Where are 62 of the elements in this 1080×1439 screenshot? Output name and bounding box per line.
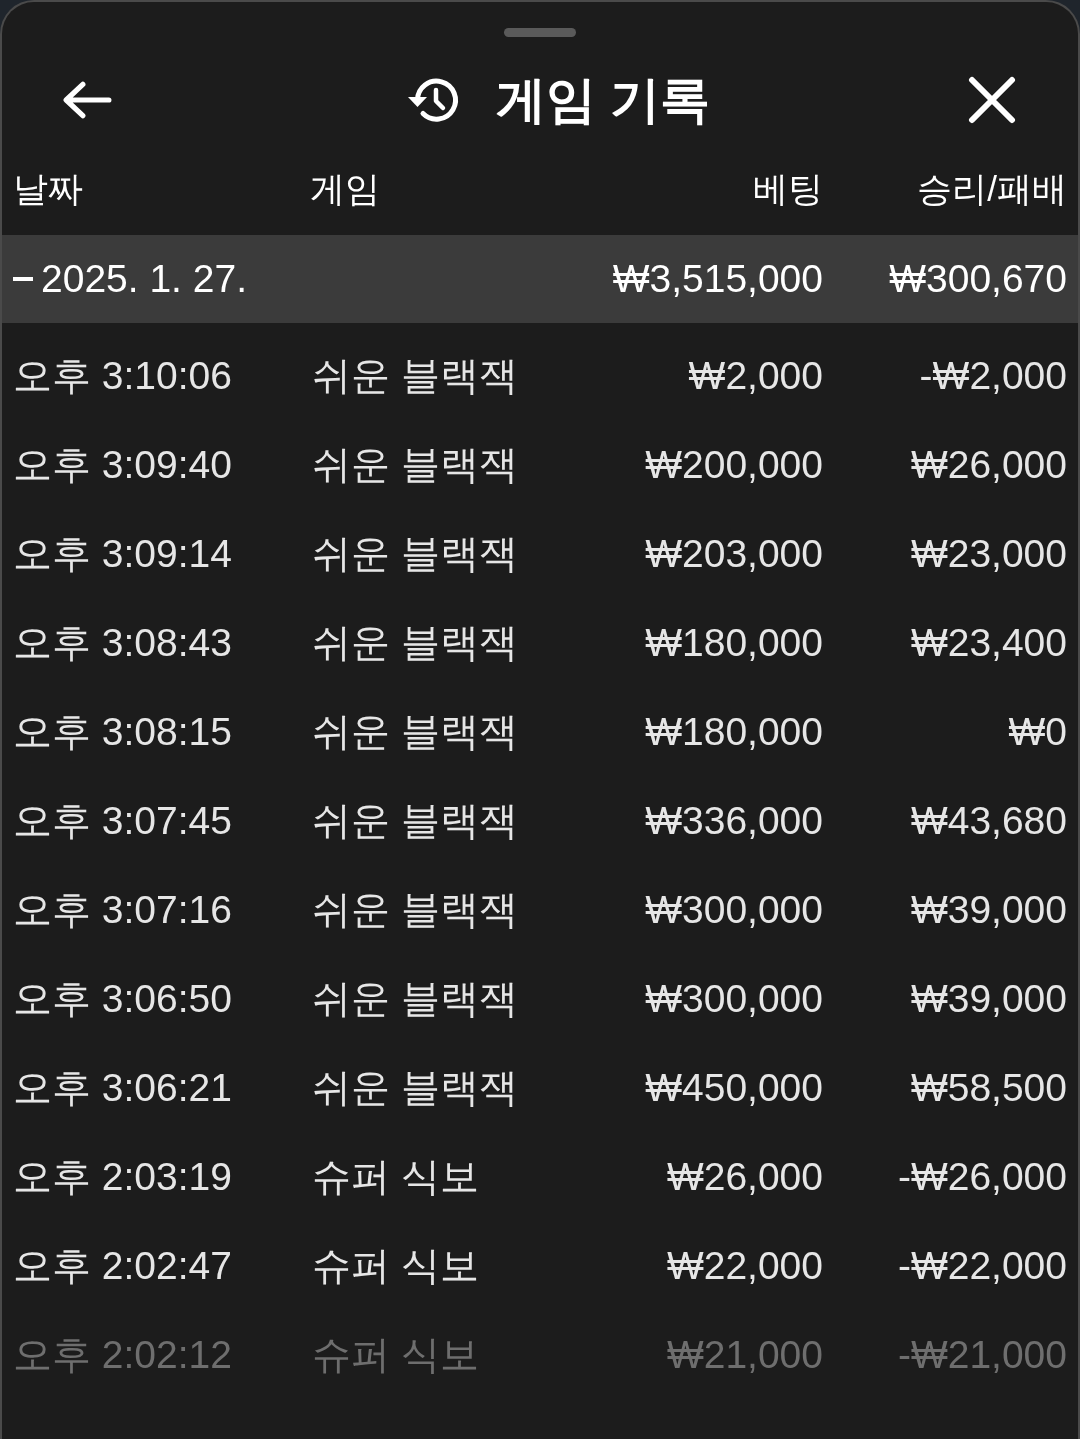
sheet-title: 게임 기록 bbox=[496, 71, 710, 130]
result-cell: ₩58,500 bbox=[910, 1065, 1067, 1110]
close-button[interactable] bbox=[968, 76, 1016, 124]
date-group-row[interactable]: 2025. 1. 27. ₩3,515,000 ₩300,670 bbox=[2, 235, 1078, 323]
back-button[interactable] bbox=[62, 81, 112, 119]
bet-cell: ₩300,000 bbox=[645, 887, 823, 932]
bet-cell: ₩336,000 bbox=[645, 798, 823, 843]
time-cell-text: 오후 2:02:12 bbox=[13, 1331, 233, 1378]
game-cell-text: 슈퍼 식보 bbox=[311, 1153, 480, 1200]
game-cell-text: 쉬운 블랙잭 bbox=[311, 352, 519, 399]
time-cell-text: 오후 3:09:14 bbox=[13, 530, 233, 577]
game-cell-text: 쉬운 블랙잭 bbox=[311, 797, 519, 844]
time-cell-text: 오후 3:10:06 bbox=[13, 352, 233, 399]
bet-cell: ₩300,000 bbox=[645, 976, 823, 1021]
bet-cell: ₩450,000 bbox=[645, 1065, 823, 1110]
result-total: ₩300,670 bbox=[889, 257, 1067, 301]
bet-cell: ₩200,000 bbox=[645, 442, 823, 487]
column-header: 승리/패배 bbox=[917, 168, 1067, 210]
result-cell: -₩2,000 bbox=[919, 353, 1067, 398]
time-cell-text: 오후 3:08:43 bbox=[13, 619, 233, 666]
time-cell-text: 오후 3:07:16 bbox=[13, 886, 233, 933]
bet-cell: ₩180,000 bbox=[645, 620, 823, 665]
time-cell-text: 오후 3:09:40 bbox=[13, 441, 233, 488]
column-header: 게임 bbox=[310, 168, 381, 210]
close-icon bbox=[968, 76, 1016, 124]
bet-cell: ₩180,000 bbox=[645, 709, 823, 754]
result-cell: -₩22,000 bbox=[897, 1243, 1067, 1288]
bet-cell: ₩22,000 bbox=[666, 1243, 823, 1288]
game-cell-text: 쉬운 블랙잭 bbox=[311, 1064, 519, 1111]
game-cell-text: 슈퍼 식보 bbox=[311, 1242, 480, 1289]
result-cell: ₩43,680 bbox=[910, 798, 1067, 843]
result-cell: ₩23,000 bbox=[910, 531, 1067, 576]
game-cell-text: 쉬운 블랙잭 bbox=[311, 975, 519, 1022]
result-cell: ₩39,000 bbox=[910, 976, 1067, 1021]
back-arrow-icon bbox=[62, 81, 112, 119]
result-cell: ₩26,000 bbox=[910, 442, 1067, 487]
bet-total: ₩3,515,000 bbox=[612, 257, 823, 301]
bet-cell: ₩203,000 bbox=[645, 531, 823, 576]
bet-cell: ₩26,000 bbox=[666, 1154, 823, 1199]
game-cell-text: 쉬운 블랙잭 bbox=[311, 441, 519, 488]
game-cell-text: 쉬운 블랙잭 bbox=[311, 708, 519, 755]
game-cell-text: 쉬운 블랙잭 bbox=[311, 886, 519, 933]
bet-cell: ₩2,000 bbox=[688, 353, 823, 398]
column-header: 날짜 bbox=[13, 168, 84, 210]
game-cell-text: 쉬운 블랙잭 bbox=[311, 530, 519, 577]
time-cell-text: 오후 2:02:47 bbox=[13, 1242, 233, 1289]
game-cell-text: 슈퍼 식보 bbox=[311, 1331, 480, 1378]
result-cell: -₩21,000 bbox=[897, 1332, 1067, 1377]
bet-cell: ₩21,000 bbox=[666, 1332, 823, 1377]
result-cell: -₩26,000 bbox=[897, 1154, 1067, 1199]
group-date: 2025. 1. 27. bbox=[41, 257, 247, 301]
result-cell: ₩39,000 bbox=[910, 887, 1067, 932]
result-cell: ₩0 bbox=[1008, 709, 1067, 754]
game-cell-text: 쉬운 블랙잭 bbox=[311, 619, 519, 666]
time-cell-text: 오후 3:08:15 bbox=[13, 708, 233, 755]
column-header: 베팅 bbox=[753, 168, 823, 210]
time-cell-text: 오후 2:03:19 bbox=[13, 1153, 233, 1200]
drag-handle[interactable] bbox=[504, 28, 576, 37]
result-cell: ₩23,400 bbox=[910, 620, 1067, 665]
time-cell-text: 오후 3:06:50 bbox=[13, 975, 233, 1022]
time-cell-text: 오후 3:07:45 bbox=[13, 797, 233, 844]
time-cell-text: 오후 3:06:21 bbox=[13, 1064, 233, 1111]
